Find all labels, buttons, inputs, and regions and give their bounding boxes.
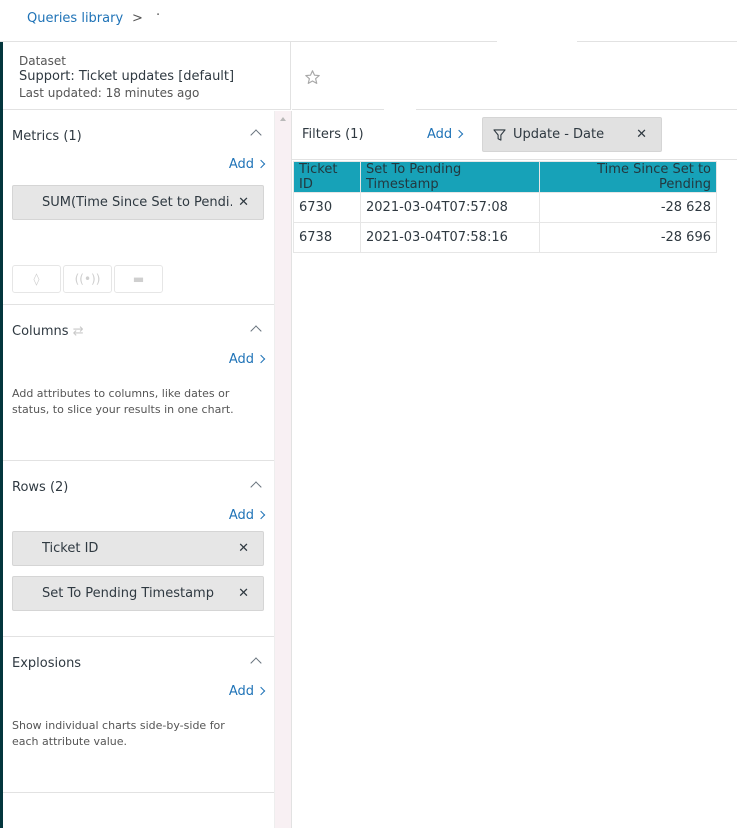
collapse-chevron-icon[interactable] (250, 481, 262, 493)
dataset-panel[interactable]: Dataset Support: Ticket updates [default… (3, 42, 291, 110)
remove-icon[interactable]: ✕ (238, 195, 249, 210)
drop-icon-button[interactable]: ◊ (12, 265, 61, 293)
filter-pill-label: Update - Date (513, 127, 605, 142)
columns-title: Columns ⇄ (12, 324, 84, 339)
add-explosion-label: Add (228, 684, 254, 699)
chevron-right-icon (256, 686, 266, 696)
table-cell: 2021-03-04T07:58:16 (360, 222, 540, 253)
row-pill-label: Ticket ID (42, 541, 99, 556)
explosions-title: Explosions (12, 656, 82, 671)
table-row: 6730 2021-03-04T07:57:08 -28 628 (293, 192, 717, 223)
metric-pill[interactable]: SUM(Time Since Set to Pendi... ✕ (12, 185, 264, 220)
query-header (292, 40, 737, 112)
sidebar-scrollbar[interactable] (274, 111, 291, 828)
metrics-title: Metrics (1) (12, 129, 82, 144)
collapse-chevron-icon[interactable] (250, 657, 262, 669)
header-gap (497, 40, 577, 44)
chevron-right-icon (256, 510, 266, 520)
dataset-updated: Last updated: 18 minutes ago (19, 86, 200, 100)
table-cell: 6730 (293, 192, 361, 223)
breadcrumb-separator: > (132, 11, 143, 26)
remove-icon[interactable]: ✕ (238, 586, 249, 601)
remove-icon[interactable]: ✕ (238, 541, 249, 556)
rows-title: Rows (2) (12, 480, 69, 495)
row-pill-label: Set To Pending Timestamp (42, 586, 214, 601)
add-filter-link[interactable]: Add (427, 127, 464, 142)
chevron-right-icon (256, 159, 266, 169)
table-cell: 2021-03-04T07:57:08 (360, 192, 540, 223)
add-row-link[interactable]: Add (228, 508, 266, 523)
dataset-name: Support: Ticket updates [default] (19, 69, 235, 84)
add-explosion-link[interactable]: Add (228, 684, 266, 699)
metrics-section: Metrics (1) Add SUM(Time Since Set to Pe… (3, 111, 274, 305)
table-header-row: Ticket ID Set To Pending Timestamp Time … (293, 161, 717, 193)
add-filter-label: Add (427, 127, 453, 142)
table-cell: -28 696 (539, 222, 717, 253)
divider (291, 111, 292, 828)
rows-section: Rows (2) Add Ticket ID ✕ Set To Pending … (3, 461, 274, 637)
sidebar: Metrics (1) Add SUM(Time Since Set to Pe… (3, 111, 274, 828)
explosions-hint: Show individual charts side-by-side for … (12, 719, 225, 748)
comment-icon: ▬ (132, 272, 145, 286)
chevron-right-icon (454, 129, 464, 139)
comment-icon-button[interactable]: ▬ (114, 265, 163, 293)
add-column-label: Add (228, 352, 254, 367)
columns-hint: Add attributes to columns, like dates or… (12, 387, 234, 416)
dataset-label: Dataset (19, 54, 66, 68)
explosions-section: Explosions Add Show individual charts si… (3, 637, 274, 793)
drop-icon: ◊ (33, 272, 40, 286)
remove-icon[interactable]: ✕ (636, 127, 647, 142)
top-bar: Queries library > · (0, 0, 737, 42)
collapse-chevron-icon[interactable] (250, 129, 262, 141)
table-cell: 6738 (293, 222, 361, 253)
metric-pill-label: SUM(Time Since Set to Pendi... (42, 195, 232, 210)
table-row: 6738 2021-03-04T07:58:16 -28 696 (293, 222, 717, 253)
table-cell: -28 628 (539, 192, 717, 223)
column-header[interactable]: Time Since Set to Pending (539, 161, 717, 193)
chevron-right-icon (256, 354, 266, 364)
results-table: Ticket ID Set To Pending Timestamp Time … (293, 161, 717, 253)
add-column-link[interactable]: Add (228, 352, 266, 367)
row-pill[interactable]: Set To Pending Timestamp ✕ (12, 576, 264, 611)
columns-title-label: Columns (12, 324, 69, 339)
column-header[interactable]: Ticket ID (293, 161, 361, 193)
column-header[interactable]: Set To Pending Timestamp (360, 161, 540, 193)
collapse-chevron-icon[interactable] (250, 325, 262, 337)
signal-icon-button[interactable]: ((•)) (63, 265, 112, 293)
star-icon[interactable] (304, 69, 321, 86)
add-metric-label: Add (228, 157, 254, 172)
filter-pill[interactable]: Update - Date ✕ (482, 117, 662, 152)
row-pill[interactable]: Ticket ID ✕ (12, 531, 264, 566)
swap-icon[interactable]: ⇄ (73, 324, 84, 339)
scroll-up-icon[interactable] (280, 117, 286, 121)
header-gap (384, 108, 416, 112)
breadcrumb-queries-library[interactable]: Queries library (27, 11, 123, 26)
divider (292, 159, 737, 160)
add-metric-link[interactable]: Add (228, 157, 266, 172)
signal-icon: ((•)) (74, 272, 101, 286)
filters-label: Filters (1) (302, 127, 364, 142)
columns-section: Columns ⇄ Add Add attributes to columns,… (3, 305, 274, 461)
funnel-icon (493, 129, 506, 141)
breadcrumb-current: · (156, 8, 161, 23)
add-row-label: Add (228, 508, 254, 523)
